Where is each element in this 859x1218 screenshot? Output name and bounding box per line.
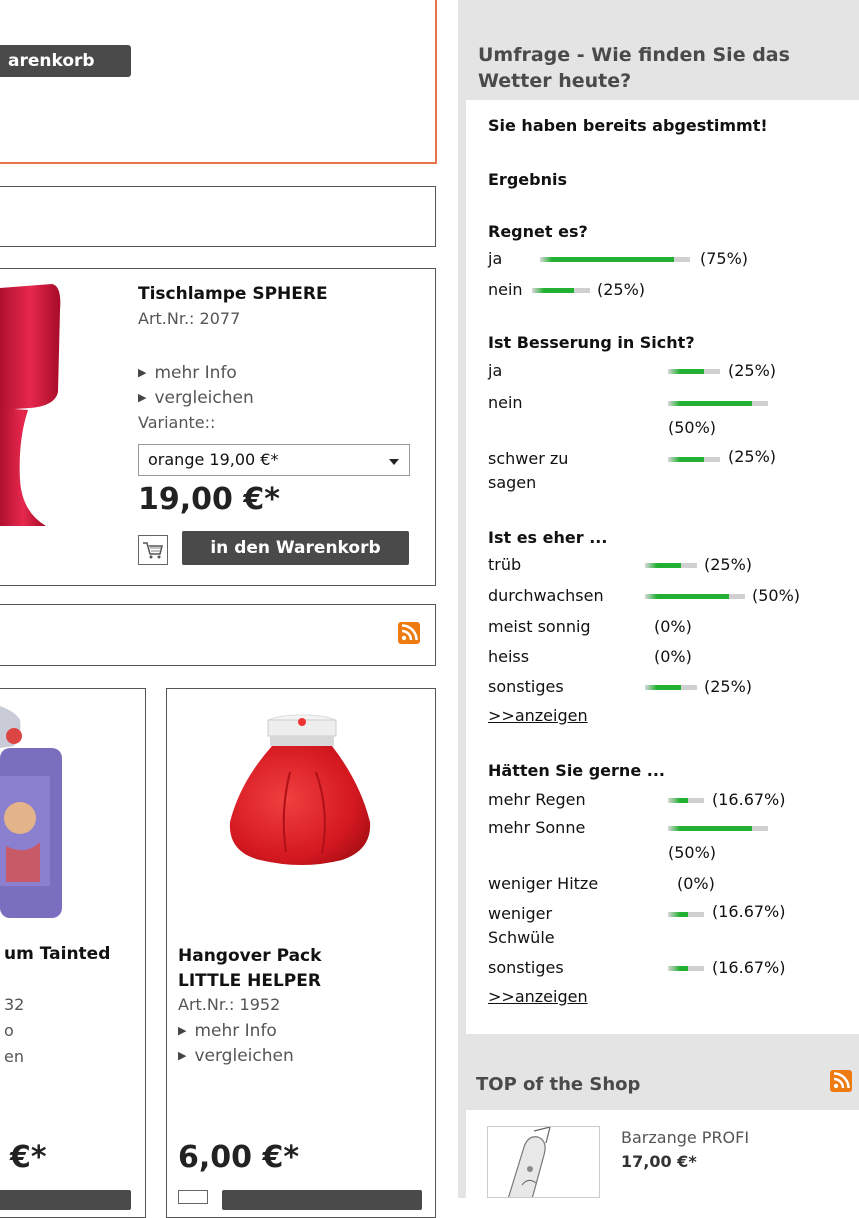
poll-answer-percent: (25%) [728, 361, 777, 380]
poll-answer-label: meist sonnig [488, 617, 591, 636]
poll-result-bar [645, 685, 697, 690]
poll-answer-label: nein [488, 280, 523, 299]
product-2-more-info-link[interactable]: ▶ mehr Info [178, 1021, 277, 1041]
poll-result-bar [668, 457, 720, 462]
product-1-compare[interactable]: en [4, 1047, 24, 1066]
arrow-right-icon: ▶ [138, 391, 147, 404]
poll-answer-percent: (25%) [597, 280, 646, 299]
poll-answer-percent: (16.67%) [712, 958, 786, 977]
top-shop-item-image[interactable] [487, 1126, 600, 1198]
poll-result-bar [540, 257, 690, 262]
poll-answer-label: durchwachsen [488, 586, 604, 605]
arrow-right-icon: ▶ [178, 1024, 187, 1037]
poll-result-bar [668, 401, 768, 406]
product-2-cart-button[interactable] [222, 1190, 422, 1210]
product-2-artnr: Art.Nr.: 1952 [178, 995, 281, 1014]
variant-select[interactable]: orange 19,00 €* [138, 444, 410, 476]
poll-answer-label: sonstiges [488, 958, 564, 977]
poll-result-bar [668, 369, 720, 374]
product-2-price: 6,00 €* [178, 1140, 300, 1175]
poll-answer-label: sonstiges [488, 677, 564, 696]
featured-title[interactable]: Tischlampe SPHERE [138, 284, 328, 304]
highlight-box [0, 0, 437, 164]
poll-result-bar [645, 563, 697, 568]
poll-answer-percent: (50%) [668, 843, 717, 862]
poll-answer-percent: (25%) [728, 447, 777, 466]
product-1-artnr: 32 [4, 995, 25, 1014]
rss-icon[interactable] [398, 622, 420, 644]
chevron-down-icon [389, 459, 399, 465]
top-add-to-cart-button[interactable]: arenkorb [0, 45, 131, 77]
top-shop-title: TOP of the Shop [476, 1074, 641, 1095]
poll-result-bar [668, 966, 704, 971]
cart-icon[interactable] [138, 535, 168, 565]
poll-answer-percent: (16.67%) [712, 902, 786, 921]
product-2-compare-link[interactable]: ▶ vergleichen [178, 1046, 294, 1066]
poll-answer-percent: (0%) [654, 647, 692, 666]
poll-answer-percent: (16.67%) [712, 790, 786, 809]
poll-title: Umfrage - Wie finden Sie das Wetter heut… [478, 44, 790, 92]
top-add-to-cart-label: arenkorb [8, 51, 95, 71]
more-info-label: mehr Info [154, 363, 237, 383]
empty-panel [0, 186, 436, 247]
poll-answer-percent: (50%) [668, 418, 717, 437]
arrow-right-icon: ▶ [138, 366, 147, 379]
product-1-more-info[interactable]: o [4, 1021, 14, 1040]
product-1-title[interactable]: um Tainted [4, 944, 110, 964]
lamp-image[interactable] [0, 280, 90, 530]
poll-answer-percent: (25%) [704, 555, 753, 574]
top-shop-item-price: 17,00 €* [621, 1152, 697, 1171]
poll-question: Hätten Sie gerne ... [488, 761, 665, 780]
poll-answer-label: heiss [488, 647, 530, 666]
rss-icon[interactable] [830, 1070, 852, 1092]
poll-answer-percent: (50%) [752, 586, 801, 605]
poll-show-more-link[interactable]: >>anzeigen [488, 987, 588, 1006]
poll-answer-label: weniger Hitze [488, 874, 599, 893]
variant-select-value: orange 19,00 €* [148, 450, 279, 469]
product-1-price: €* [10, 1140, 47, 1175]
compare-label: vergleichen [154, 388, 254, 408]
compare-label: vergleichen [194, 1046, 294, 1066]
poll-answer-label: nein [488, 393, 523, 412]
poll-answer-label: schwer zu sagen [488, 449, 569, 492]
featured-more-info-link[interactable]: ▶ mehr Info [138, 363, 237, 383]
product-2-title[interactable]: Hangover Pack LITTLE HELPER [178, 944, 378, 994]
product-1-cart-button[interactable] [0, 1190, 131, 1210]
poll-show-more-link[interactable]: >>anzeigen [488, 706, 588, 725]
poll-voted-message: Sie haben bereits abgestimmt! [488, 116, 768, 135]
poll-answer-label: mehr Sonne [488, 818, 586, 837]
add-to-cart-button[interactable]: in den Warenkorb [182, 531, 409, 565]
poll-answer-label: trüb [488, 555, 522, 574]
featured-artnr: Art.Nr.: 2077 [138, 309, 241, 328]
product-image-1[interactable] [0, 706, 70, 926]
poll-answer-percent: (75%) [700, 249, 749, 268]
product-2-cart-icon[interactable] [178, 1190, 208, 1204]
top-shop-item-name[interactable]: Barzange PROFI [621, 1128, 749, 1147]
poll-result-bar [668, 798, 704, 803]
poll-question: Regnet es? [488, 222, 588, 241]
product-image-2[interactable] [220, 712, 380, 872]
poll-answer-label: ja [488, 249, 503, 268]
poll-result-label: Ergebnis [488, 170, 567, 189]
poll-result-bar [532, 288, 590, 293]
more-info-label: mehr Info [194, 1021, 277, 1041]
poll-answer-label: weniger Schwüle [488, 904, 555, 947]
rss-panel [0, 604, 436, 666]
arrow-right-icon: ▶ [178, 1049, 187, 1062]
featured-compare-link[interactable]: ▶ vergleichen [138, 388, 254, 408]
poll-answer-label: mehr Regen [488, 790, 586, 809]
poll-answer-percent: (0%) [677, 874, 715, 893]
variant-label: Variante:: [138, 413, 216, 432]
poll-answer-percent: (0%) [654, 617, 692, 636]
poll-question: Ist Besserung in Sicht? [488, 333, 695, 352]
poll-answer-label: ja [488, 361, 503, 380]
poll-result-bar [645, 594, 745, 599]
poll-answer-percent: (25%) [704, 677, 753, 696]
add-to-cart-label: in den Warenkorb [210, 538, 381, 558]
poll-result-bar [668, 826, 768, 831]
bottle-opener-icon [507, 1127, 551, 1197]
poll-result-bar [668, 912, 704, 917]
poll-question: Ist es eher ... [488, 528, 608, 547]
featured-price: 19,00 €* [138, 482, 280, 517]
